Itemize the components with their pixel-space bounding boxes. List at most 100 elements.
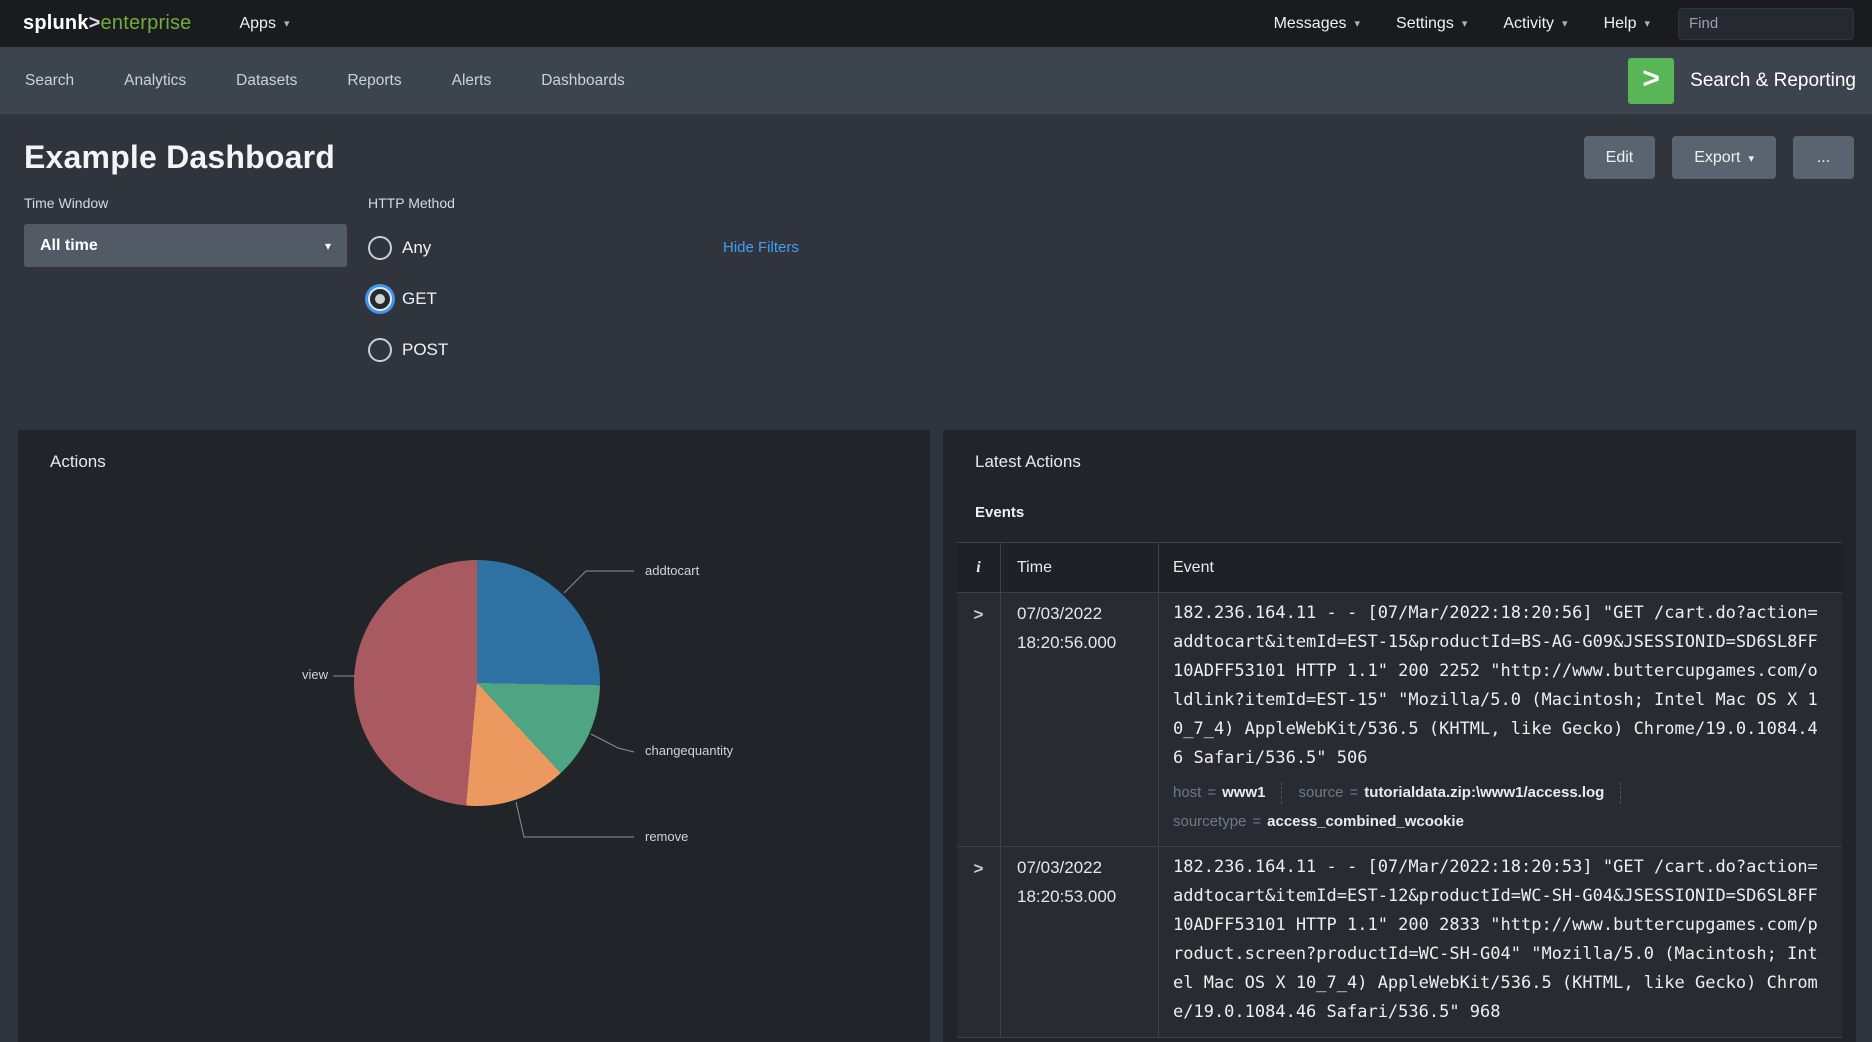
header-info-column: i — [957, 543, 1001, 592]
edit-button[interactable]: Edit — [1584, 136, 1656, 179]
event-time: 18:20:56.000 — [1017, 628, 1158, 657]
event-date: 07/03/2022 — [1017, 853, 1158, 882]
table-row: > 07/03/2022 18:20:53.000 182.236.164.11… — [957, 847, 1842, 1038]
more-actions-button[interactable]: ... — [1793, 136, 1854, 179]
nav-item-search[interactable]: Search — [25, 72, 74, 90]
search-reporting-logo-icon: > — [1628, 58, 1674, 104]
latest-actions-panel: Latest Actions Events i Time Event > 07/… — [943, 430, 1856, 1042]
row-expand-cell[interactable]: > — [957, 593, 1001, 846]
chevron-down-icon: ▾ — [1562, 17, 1568, 30]
http-method-label: HTTP Method — [368, 195, 455, 211]
field-separator — [1620, 782, 1621, 804]
export-button-label: Export — [1694, 149, 1740, 166]
current-app-name: Search & Reporting — [1690, 70, 1856, 92]
field-value-host[interactable]: www1 — [1222, 784, 1265, 801]
actions-panel: Actions addtocart view changequantity re… — [18, 430, 930, 1042]
actions-pie-chart[interactable] — [354, 560, 600, 806]
header-event-column[interactable]: Event — [1159, 543, 1842, 592]
splunk-logo[interactable]: splunk>enterprise — [23, 12, 191, 35]
logo-enterprise-text: enterprise — [101, 12, 192, 34]
leader-line-remove — [516, 802, 634, 837]
event-raw-line: addtocart&itemId=EST-15&productId=BS-AG-… — [1173, 628, 1842, 657]
radio-any-label[interactable]: Any — [402, 238, 431, 258]
pie-label-remove: remove — [645, 829, 688, 844]
field-value-source[interactable]: tutorialdata.zip:\www1/access.log — [1364, 784, 1604, 801]
radio-selected-icon[interactable] — [368, 287, 392, 311]
hide-filters-link[interactable]: Hide Filters — [723, 239, 799, 256]
actions-panel-title: Actions — [50, 452, 106, 472]
dashboard-header: Example Dashboard Edit Export ▾ ... — [0, 114, 1872, 179]
event-raw-line: e/19.0.1084.46 Safari/536.5" 968 — [1173, 998, 1842, 1027]
radio-option-post[interactable]: POST — [368, 337, 455, 363]
apps-menu[interactable]: Apps ▾ — [221, 0, 307, 47]
chevron-down-icon: ▾ — [1748, 153, 1754, 165]
help-menu[interactable]: Help ▾ — [1586, 0, 1668, 47]
event-raw-line: 10ADFF53101 HTTP 1.1" 200 2252 "http://w… — [1173, 657, 1842, 686]
activity-menu-label: Activity — [1503, 15, 1554, 33]
radio-option-any[interactable]: Any — [368, 235, 455, 261]
messages-menu[interactable]: Messages ▾ — [1256, 0, 1378, 47]
event-raw-line: 6 Safari/536.5" 506 — [1173, 744, 1842, 773]
event-time: 18:20:53.000 — [1017, 882, 1158, 911]
events-table-header: i Time Event — [957, 543, 1842, 593]
event-fields-row: host = www1 source = tutorialdata.zip:\w… — [1173, 778, 1842, 807]
messages-menu-label: Messages — [1274, 15, 1347, 33]
radio-unselected-icon[interactable] — [368, 236, 392, 260]
field-key: host — [1173, 784, 1201, 801]
radio-get-label[interactable]: GET — [402, 289, 437, 309]
export-button[interactable]: Export ▾ — [1672, 136, 1776, 179]
pie-label-changequantity: changequantity — [645, 743, 733, 758]
event-date: 07/03/2022 — [1017, 599, 1158, 628]
chevron-down-icon: ▾ — [284, 17, 290, 30]
nav-item-alerts[interactable]: Alerts — [452, 72, 492, 90]
find-search-box[interactable] — [1678, 8, 1854, 40]
expand-chevron-icon[interactable]: > — [974, 606, 984, 623]
event-raw-line: el Mac OS X 10_7_4) AppleWebKit/536.5 (K… — [1173, 969, 1842, 998]
dashboard-actions: Edit Export ▾ ... — [1584, 136, 1854, 179]
settings-menu[interactable]: Settings ▾ — [1378, 0, 1485, 47]
event-raw-line: 182.236.164.11 - - [07/Mar/2022:18:20:56… — [1173, 599, 1842, 628]
time-window-dropdown[interactable]: All time ▾ — [24, 224, 347, 267]
nav-item-dashboards[interactable]: Dashboards — [541, 72, 625, 90]
radio-option-get[interactable]: GET — [368, 286, 455, 312]
expand-chevron-icon[interactable]: > — [974, 860, 984, 877]
field-key: source — [1298, 784, 1343, 801]
field-key: sourcetype — [1173, 813, 1246, 830]
row-event-cell: 182.236.164.11 - - [07/Mar/2022:18:20:53… — [1159, 847, 1842, 1037]
time-window-filter: Time Window All time ▾ — [24, 195, 347, 267]
logo-splunk-text: splunk — [23, 12, 89, 34]
radio-unselected-icon[interactable] — [368, 338, 392, 362]
time-window-label: Time Window — [24, 195, 347, 211]
chevron-down-icon: ▾ — [1462, 17, 1468, 30]
pie-label-view: view — [302, 667, 328, 682]
radio-post-label[interactable]: POST — [402, 340, 448, 360]
current-app[interactable]: > Search & Reporting — [1628, 58, 1856, 104]
pie-label-addtocart: addtocart — [645, 563, 699, 578]
event-raw-line: addtocart&itemId=EST-12&productId=WC-SH-… — [1173, 882, 1842, 911]
row-time-cell: 07/03/2022 18:20:53.000 — [1001, 847, 1159, 1037]
chevron-down-icon: ▾ — [1644, 17, 1650, 30]
http-method-filter: HTTP Method Any GET POST — [368, 195, 455, 363]
row-event-cell: 182.236.164.11 - - [07/Mar/2022:18:20:56… — [1159, 593, 1842, 846]
chevron-down-icon: ▾ — [1354, 17, 1360, 30]
page-title: Example Dashboard — [24, 139, 335, 176]
nav-item-analytics[interactable]: Analytics — [124, 72, 186, 90]
header-time-column[interactable]: Time — [1001, 543, 1159, 592]
nav-item-reports[interactable]: Reports — [347, 72, 401, 90]
activity-menu[interactable]: Activity ▾ — [1485, 0, 1585, 47]
row-expand-cell[interactable]: > — [957, 847, 1001, 1037]
nav-item-datasets[interactable]: Datasets — [236, 72, 297, 90]
field-separator — [1281, 782, 1282, 804]
top-bar: splunk>enterprise Apps ▾ Messages ▾ Sett… — [0, 0, 1872, 47]
field-value-sourcetype[interactable]: access_combined_wcookie — [1267, 813, 1464, 830]
event-raw-line: 0_7_4) AppleWebKit/536.5 (KHTML, like Ge… — [1173, 715, 1842, 744]
app-nav: Search Analytics Datasets Reports Alerts… — [25, 72, 625, 90]
dashboard-panels: Actions addtocart view changequantity re… — [0, 430, 1872, 1042]
apps-menu-label: Apps — [239, 15, 275, 33]
events-subtitle: Events — [975, 504, 1024, 521]
settings-menu-label: Settings — [1396, 15, 1454, 33]
find-search-input[interactable] — [1689, 15, 1872, 32]
row-time-cell: 07/03/2022 18:20:56.000 — [1001, 593, 1159, 846]
events-table: i Time Event > 07/03/2022 18:20:56.000 1… — [957, 542, 1842, 1042]
event-raw-line: 182.236.164.11 - - [07/Mar/2022:18:20:53… — [1173, 853, 1842, 882]
